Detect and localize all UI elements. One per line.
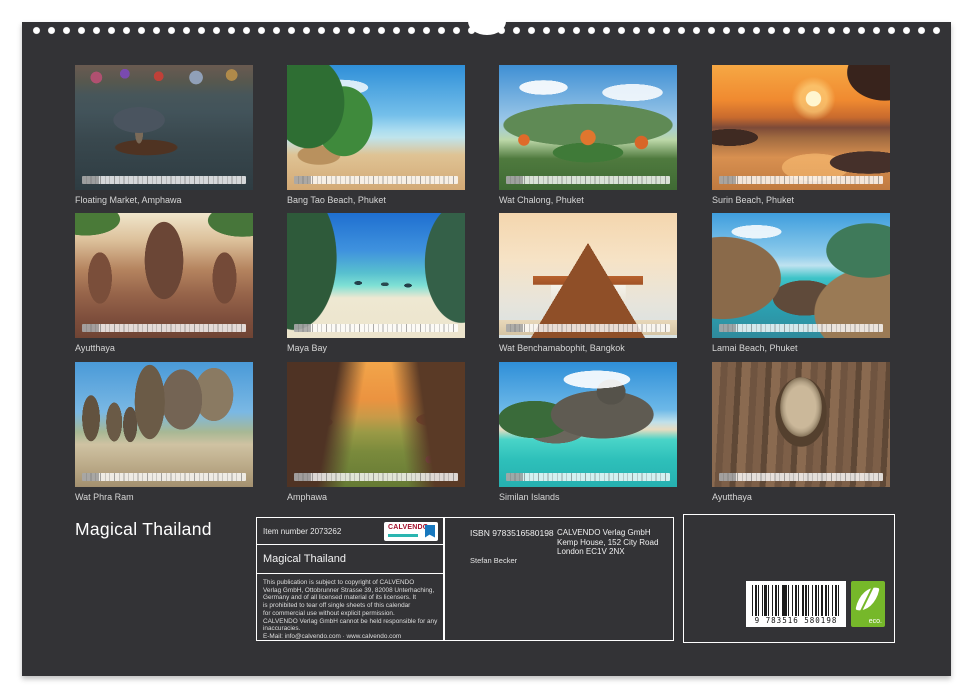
mini-calendar-strip [719, 473, 883, 481]
photo-caption: Ayutthaya [712, 492, 890, 503]
hanger-hole [468, 8, 506, 35]
calvendo-flag-icon [425, 525, 435, 538]
mini-calendar-strip [719, 324, 883, 332]
mini-calendar-strip [506, 324, 670, 332]
mini-calendar-strip [82, 473, 246, 481]
photo-caption: Similan Islands [499, 492, 677, 503]
month-photo-wat-chalong [499, 65, 677, 190]
mini-calendar-strip [82, 176, 246, 184]
item-number-row: Item number 2073262 CALVENDO [257, 518, 444, 545]
month-thumbnail-11: Similan Islands [499, 362, 677, 503]
photo-caption: Wat Chalong, Phuket [499, 195, 677, 206]
barcode-digits: 9 783516 580198 [746, 616, 846, 625]
calvendo-logo-tagline [388, 534, 418, 537]
month-thumbnail-2: Bang Tao Beach, Phuket [287, 65, 465, 206]
month-thumbnail-5: Ayutthaya [75, 213, 253, 354]
mini-calendar-strip [294, 176, 458, 184]
photo-caption: Ayutthaya [75, 343, 253, 354]
author-name: Stefan Becker [470, 556, 517, 565]
mini-calendar-strip [82, 324, 246, 332]
month-thumbnail-3: Wat Chalong, Phuket [499, 65, 677, 206]
isbn-text: ISBN 9783516580198 [470, 528, 554, 538]
mini-calendar-strip [719, 176, 883, 184]
leaf-icon [856, 584, 880, 613]
month-photo-wat-phra-ram [75, 362, 253, 487]
photo-caption: Wat Phra Ram [75, 492, 253, 503]
photo-caption: Lamai Beach, Phuket [712, 343, 890, 354]
photo-caption: Wat Benchamabophit, Bangkok [499, 343, 677, 354]
mini-calendar-strip [294, 324, 458, 332]
month-thumbnail-10: Amphawa [287, 362, 465, 503]
month-thumbnail-6: Maya Bay [287, 213, 465, 354]
item-number: Item number 2073262 [263, 527, 341, 536]
month-photo-wat-benchamabophit [499, 213, 677, 338]
mini-calendar-strip [506, 176, 670, 184]
month-photo-ayutthaya-ruins [75, 213, 253, 338]
photo-caption: Maya Bay [287, 343, 465, 354]
barcode-box: 9 783516 580198 eco. [683, 514, 895, 643]
month-thumbnail-12: Ayutthaya [712, 362, 890, 503]
barcode-bars [752, 585, 840, 616]
month-photo-similan-islands [499, 362, 677, 487]
calvendo-logo-text: CALVENDO [388, 524, 428, 531]
calendar-back-cover: { "page": { "title": "Magical Thailand" … [0, 0, 971, 700]
publication-info-box: Item number 2073262 CALVENDO Magical Tha… [256, 517, 445, 641]
photo-caption: Floating Market, Amphawa [75, 195, 253, 206]
photo-caption: Bang Tao Beach, Phuket [287, 195, 465, 206]
month-photo-floating-market [75, 65, 253, 190]
calendar-title: Magical Thailand [75, 519, 212, 540]
photo-caption: Amphawa [287, 492, 465, 503]
calvendo-logo: CALVENDO [384, 522, 438, 541]
month-thumbnail-4: Surin Beach, Phuket [712, 65, 890, 206]
month-photo-buddha-head [712, 362, 890, 487]
isbn-publisher-box: ISBN 9783516580198 Stefan Becker CALVEND… [443, 517, 674, 641]
month-photo-maya-bay [287, 213, 465, 338]
ean-barcode: 9 783516 580198 [746, 581, 846, 627]
month-photo-lamai-beach [712, 213, 890, 338]
calendar-page: Floating Market, Amphawa Bang Tao Beach,… [22, 22, 951, 676]
mini-calendar-strip [294, 473, 458, 481]
eco-label: eco. [869, 618, 882, 625]
month-thumbnail-9: Wat Phra Ram [75, 362, 253, 503]
mini-calendar-strip [506, 473, 670, 481]
eco-badge: eco. [851, 581, 885, 627]
month-photo-bang-tao [287, 65, 465, 190]
month-photo-amphawa-canal [287, 362, 465, 487]
month-thumbnail-7: Wat Benchamabophit, Bangkok [499, 213, 677, 354]
publisher-address: CALVENDO Verlag GmbH Kemp House, 152 Cit… [557, 528, 658, 557]
month-thumbnail-8: Lamai Beach, Phuket [712, 213, 890, 354]
calendar-title-row: Magical Thailand [257, 545, 444, 574]
month-thumbnail-1: Floating Market, Amphawa [75, 65, 253, 206]
copyright-text: This publication is subject to copyright… [257, 574, 444, 646]
month-photo-surin-beach [712, 65, 890, 190]
photo-caption: Surin Beach, Phuket [712, 195, 890, 206]
